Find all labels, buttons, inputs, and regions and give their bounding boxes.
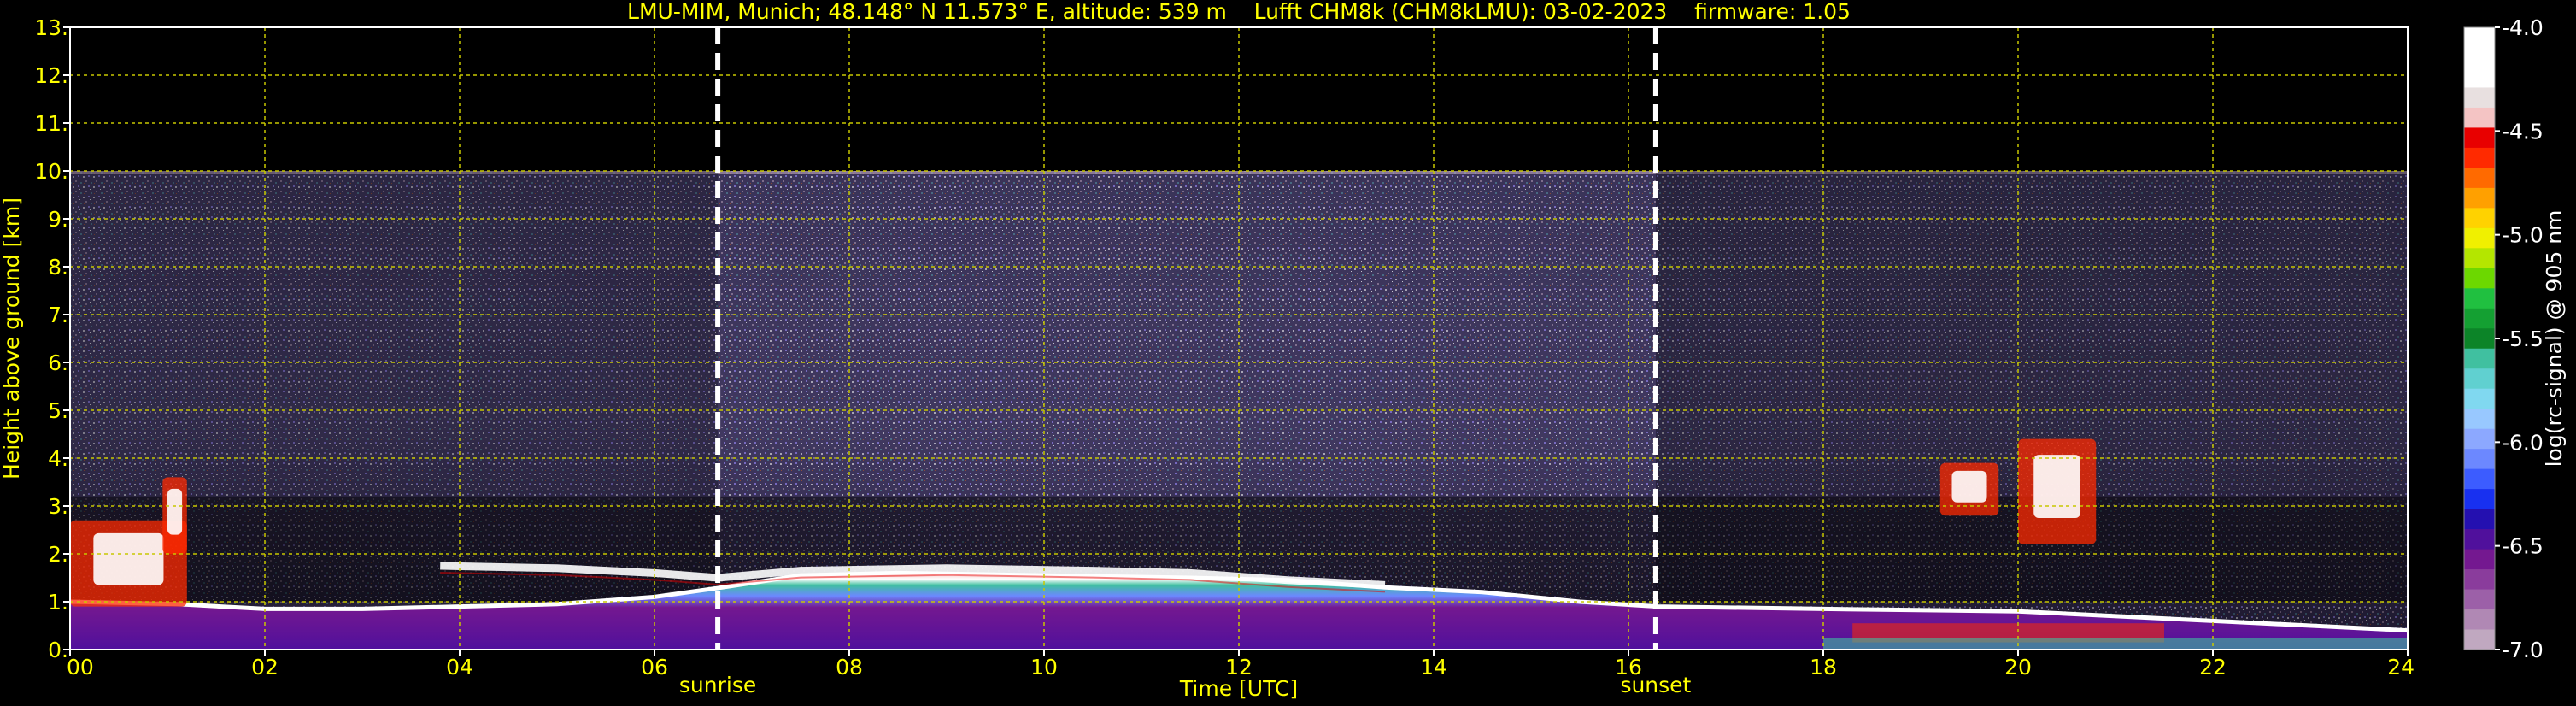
cloud-patch-core-0 — [93, 532, 164, 585]
y-tick-label-10: 10. — [34, 159, 68, 184]
colorbar-segment-29 — [2464, 609, 2495, 631]
colorbar-segment-6 — [2464, 147, 2495, 168]
x-tick-label-1: 02 — [251, 655, 279, 680]
event-label-sunrise: sunrise — [679, 673, 756, 697]
colorbar-segment-11 — [2464, 248, 2495, 269]
x-tick-label-2: 04 — [446, 655, 473, 680]
x-tick-label-10: 20 — [2004, 655, 2032, 680]
y-tick-label-4: 4. — [48, 446, 68, 471]
colorbar-tick-label-5: -6.5 — [2502, 534, 2544, 559]
colorbar-segment-22 — [2464, 468, 2495, 490]
cloud-patch-core-3 — [2033, 455, 2080, 518]
colorbar-segment-18 — [2464, 388, 2495, 409]
y-tick-label-13: 13. — [34, 15, 68, 40]
x-tick-label-4: 08 — [836, 655, 863, 680]
colorbar-tick-label-2: -5.0 — [2502, 223, 2544, 248]
colorbar-segment-17 — [2464, 368, 2495, 390]
y-tick-label-8: 8. — [48, 255, 68, 279]
colorbar-segment-8 — [2464, 187, 2495, 209]
x-tick-label-5: 10 — [1030, 655, 1058, 680]
colorbar-segment-27 — [2464, 569, 2495, 591]
colorbar-segment-5 — [2464, 127, 2495, 149]
x-tick-label-8: 16 — [1615, 655, 1642, 680]
y-tick-label-12: 12. — [34, 63, 68, 88]
colorbar-segment-3 — [2464, 87, 2495, 109]
colorbar-tick-label-0: -4.0 — [2502, 15, 2544, 40]
colorbar-segment-7 — [2464, 168, 2495, 189]
colorbar-segment-12 — [2464, 268, 2495, 289]
colorbar-segment-16 — [2464, 348, 2495, 369]
colorbar-segment-28 — [2464, 589, 2495, 610]
ceilometer-chart: sunrise sunset 00 02 04 06 08 10 12 14 16 18 20 22 24… — [0, 0, 2567, 701]
colorbar-tick-label-6: -7.0 — [2502, 638, 2544, 662]
colorbar-tick-label-3: -5.5 — [2502, 327, 2544, 351]
x-tick-label-12: 24 — [2387, 655, 2415, 680]
colorbar-segment-0 — [2464, 27, 2495, 49]
colorbar-segment-30 — [2464, 629, 2495, 650]
colorbar-segment-9 — [2464, 208, 2495, 229]
x-tick-label-9: 18 — [1810, 655, 1837, 680]
y-tick-label-5: 5. — [48, 398, 68, 423]
colorbar-tick-label-4: -6.0 — [2502, 430, 2544, 455]
x-axis-label: Time [UTC] — [1179, 676, 1298, 701]
colorbar-segment-14 — [2464, 308, 2495, 329]
colorbar-segment-25 — [2464, 529, 2495, 550]
colorbar-segment-1 — [2464, 47, 2495, 68]
colorbar-segment-20 — [2464, 428, 2495, 450]
evening-aerosol-low — [1823, 638, 2408, 650]
colorbar-segment-10 — [2464, 227, 2495, 249]
y-tick-label-7: 7. — [48, 303, 68, 327]
colorbar-segment-2 — [2464, 67, 2495, 89]
y-tick-label-11: 11. — [34, 111, 68, 136]
x-tick-label-11: 22 — [2199, 655, 2227, 680]
colorbar-segment-4 — [2464, 107, 2495, 129]
cloud-patch-core-2 — [1951, 470, 1987, 503]
colorbar-segment-15 — [2464, 328, 2495, 350]
colorbar-segment-19 — [2464, 409, 2495, 430]
y-axis-label: Height above ground [km] — [0, 197, 24, 479]
colorbar: -4.0 -4.5 -5.0 -5.5 -6.0 -6.5 -7.0 — [2463, 15, 2544, 662]
y-tick-label-1: 1. — [48, 590, 68, 615]
colorbar-label: log(rc-signal) @ 905 nm — [2542, 210, 2567, 468]
x-tick-label-0: 00 — [67, 655, 94, 680]
colorbar-segment-26 — [2464, 549, 2495, 570]
y-tick-label-6: 6. — [48, 350, 68, 375]
chart-title: LMU-MIM, Munich; 48.148° N 11.573° E, al… — [627, 0, 1851, 24]
colorbar-segment-21 — [2464, 449, 2495, 470]
y-tick-label-3: 3. — [48, 494, 68, 519]
colorbar-segment-24 — [2464, 509, 2495, 530]
y-tick-label-9: 9. — [48, 207, 68, 232]
y-tick-label-2: 2. — [48, 542, 68, 567]
colorbar-segment-13 — [2464, 288, 2495, 309]
y-tick-label-0: 0. — [48, 638, 68, 662]
colorbar-tick-label-1: -4.5 — [2502, 119, 2544, 144]
x-tick-label-3: 06 — [641, 655, 668, 680]
cloud-patch-core-1 — [167, 488, 183, 535]
x-tick-label-7: 14 — [1420, 655, 1447, 680]
colorbar-segment-23 — [2464, 489, 2495, 510]
